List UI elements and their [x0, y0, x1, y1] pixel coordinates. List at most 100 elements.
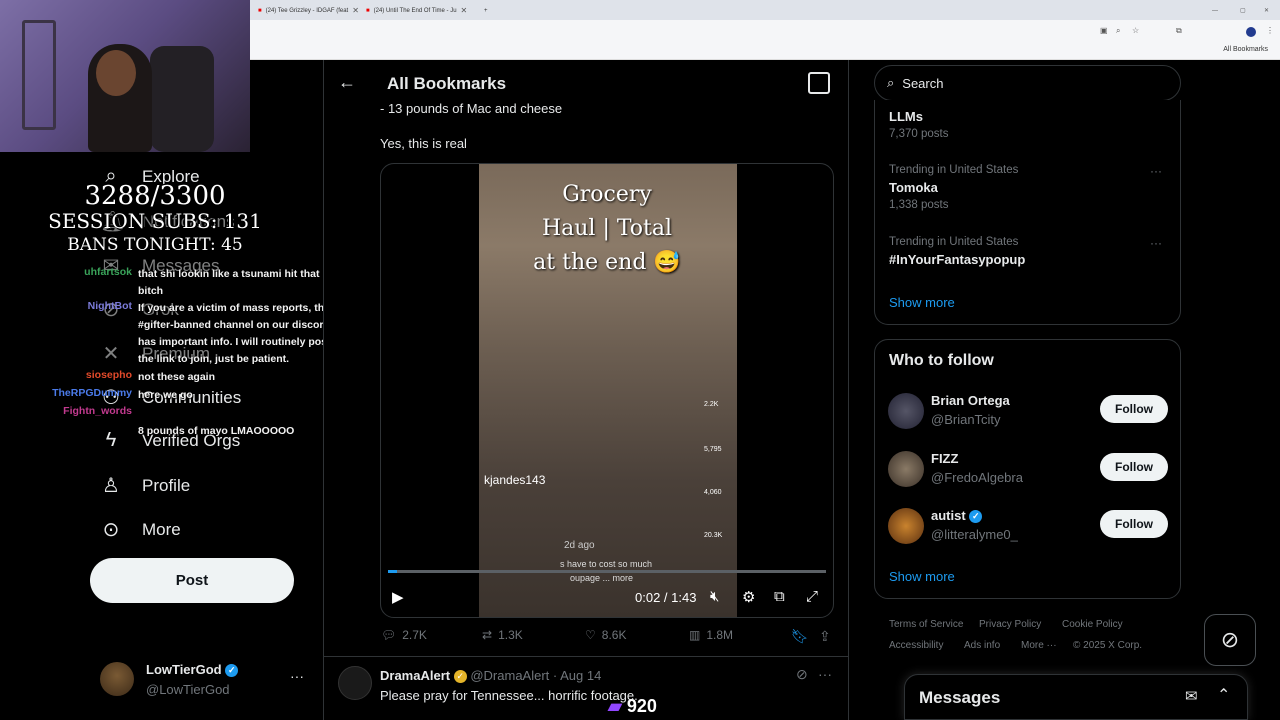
- tweet-header: DramaAlert ✓ @DramaAlert · Aug 14: [380, 668, 602, 684]
- follow-button[interactable]: Follow: [1100, 453, 1168, 481]
- nav-label: Profile: [142, 475, 191, 495]
- video-overlay-title: at the end 😅: [533, 250, 681, 275]
- close-tab-icon[interactable]: ✕: [461, 6, 468, 15]
- expand-icon[interactable]: ⌃: [1217, 685, 1230, 705]
- post-button[interactable]: Post: [90, 558, 294, 603]
- chat-line: siosepho not these again: [30, 369, 340, 386]
- follow-suggestion[interactable]: autist ✓ @litteralyme0_ Follow: [888, 508, 1168, 548]
- author-name[interactable]: DramaAlert: [380, 668, 450, 683]
- account-name: FIZZ: [931, 451, 959, 466]
- views-button[interactable]: ▥ 1.8M: [689, 628, 733, 642]
- more-dots-icon[interactable]: ···: [818, 666, 832, 682]
- picture-in-picture-icon[interactable]: ⧉: [774, 588, 785, 605]
- chat-user: Fightn_words: [63, 405, 132, 417]
- footer-ads-link[interactable]: Ads info: [964, 640, 1000, 651]
- avatar[interactable]: [338, 666, 372, 700]
- account-name: LowTierGod: [146, 662, 222, 677]
- settings-gear-icon[interactable]: ⚙: [742, 588, 755, 606]
- chat-user: uhfartsok: [84, 266, 132, 278]
- video-creator: kjandes143: [484, 473, 546, 487]
- bookmark-icon[interactable]: 🔖︎: [791, 628, 809, 645]
- avatar: [888, 393, 924, 429]
- streamer-head: [96, 50, 136, 96]
- close-tab-icon[interactable]: ✕: [352, 6, 359, 15]
- new-message-icon[interactable]: ✉: [1185, 687, 1198, 705]
- like-button[interactable]: ♡ 8.6K: [585, 628, 626, 642]
- grok-icon[interactable]: ⊘: [796, 666, 808, 683]
- more-dots-icon[interactable]: ···: [1150, 236, 1162, 250]
- heart-icon: ♡: [585, 628, 596, 642]
- follow-button[interactable]: Follow: [1100, 395, 1168, 423]
- address-bar[interactable]: [250, 20, 1280, 42]
- reply-button[interactable]: 💬︎ 2.7K: [381, 628, 427, 642]
- follow-suggestion[interactable]: Brian Ortega @BrianTcity Follow: [888, 393, 1168, 433]
- account-switcher[interactable]: LowTierGod ✓ @LowTierGod ···: [100, 662, 314, 700]
- verified-badge-icon: ✓: [225, 664, 239, 678]
- bookmark-folder-icon[interactable]: [808, 72, 830, 94]
- account-handle: @BrianTcity: [931, 412, 1001, 427]
- footer-cookie-link[interactable]: Cookie Policy: [1062, 619, 1123, 630]
- follow-button[interactable]: Follow: [1100, 510, 1168, 538]
- more-dots-icon[interactable]: ···: [1150, 164, 1162, 178]
- maximize-icon[interactable]: ▢: [1240, 3, 1246, 18]
- video-progress-track[interactable]: [388, 570, 826, 573]
- chat-line: NightBot If you are a victim of mass rep…: [30, 300, 340, 368]
- new-tab-icon[interactable]: +: [484, 3, 488, 18]
- back-arrow-icon[interactable]: ←: [338, 72, 356, 93]
- search-input[interactable]: Search: [902, 76, 943, 91]
- tweet-date: · Aug 14: [552, 668, 602, 683]
- video-share-count: 20.3K: [704, 532, 723, 539]
- video-comment-count: 5,795: [704, 446, 722, 453]
- nav-profile[interactable]: ♙ Profile: [100, 473, 190, 498]
- all-bookmarks-link[interactable]: All Bookmarks: [1223, 46, 1268, 53]
- more-dots-icon[interactable]: ···: [290, 668, 304, 684]
- repost-count: 1.3K: [498, 628, 523, 642]
- trend-name: Tomoka: [889, 180, 938, 195]
- mute-icon[interactable]: 🔇︎: [710, 588, 719, 605]
- tweet-text: Yes, this is real: [380, 136, 467, 151]
- video-caption-more: oupage ... more: [570, 573, 634, 583]
- show-more-link[interactable]: Show more: [889, 569, 955, 584]
- trend-item[interactable]: Trending in United States Tomoka 1,338 p…: [889, 164, 1018, 211]
- browser-tab[interactable]: ■ (24) Until The End Of Time - Ju ✕: [366, 3, 467, 18]
- browser-tab[interactable]: ■ (24) Tee Grizzley - IDGAF (feat ✕: [258, 3, 359, 18]
- grok-button[interactable]: ⊘: [1204, 614, 1256, 666]
- share-icon[interactable]: ⇪: [819, 628, 831, 645]
- footer-more-link[interactable]: More ···: [1021, 640, 1057, 651]
- chat-message: that shi lookin like a tsunami hit that …: [138, 268, 320, 297]
- chat-line: uhfartsok that shi lookin like a tsunami…: [30, 266, 340, 300]
- trend-item[interactable]: LLMs 7,370 posts: [889, 109, 948, 140]
- profile-avatar[interactable]: [1246, 27, 1256, 37]
- account-name-row: LowTierGod ✓: [146, 662, 239, 678]
- like-count: 8.6K: [601, 628, 627, 642]
- repost-button[interactable]: ⇄ 1.3K: [482, 628, 523, 642]
- nav-more[interactable]: ⊙ More: [100, 517, 181, 542]
- footer-accessibility-link[interactable]: Accessibility: [889, 640, 943, 651]
- footer-privacy-link[interactable]: Privacy Policy: [979, 619, 1041, 630]
- star-icon[interactable]: ☆: [1132, 26, 1139, 35]
- account-name: autist: [931, 508, 966, 523]
- minimize-icon[interactable]: —: [1212, 3, 1218, 18]
- extension-icon[interactable]: ▣: [1100, 26, 1108, 35]
- sub-goal: 3288/3300: [84, 181, 226, 211]
- fullscreen-icon[interactable]: ⤢: [806, 588, 818, 605]
- close-window-icon[interactable]: ✕: [1264, 3, 1269, 18]
- tab-favicon-icon: ■: [366, 7, 370, 14]
- play-icon[interactable]: ▶: [392, 588, 404, 606]
- trend-item[interactable]: Trending in United States #InYourFantasy…: [889, 236, 1025, 267]
- messages-drawer[interactable]: Messages ✉ ⌃: [904, 674, 1248, 720]
- divider: [323, 656, 849, 657]
- trend-kicker: Trending in United States: [889, 236, 1019, 248]
- account-name: Brian Ortega: [931, 393, 1010, 408]
- show-more-link[interactable]: Show more: [889, 295, 955, 310]
- chat-message: not these again: [138, 371, 216, 383]
- account-handle: @litteralyme0_: [931, 527, 1018, 542]
- viewer-count: 920: [626, 696, 657, 716]
- stream-stats-overlay: 3288/3300 SESSION SUBS: 131 BANS TONIGHT…: [40, 182, 270, 258]
- puzzle-icon[interactable]: ⧉: [1176, 26, 1182, 36]
- follow-suggestion[interactable]: FIZZ @FredoAlgebra Follow: [888, 451, 1168, 491]
- zoom-icon[interactable]: ⌕: [1116, 26, 1120, 36]
- menu-icon[interactable]: ⋮: [1266, 26, 1274, 35]
- search-box[interactable]: ⌕ Search: [874, 65, 1181, 101]
- footer-terms-link[interactable]: Terms of Service: [889, 619, 963, 630]
